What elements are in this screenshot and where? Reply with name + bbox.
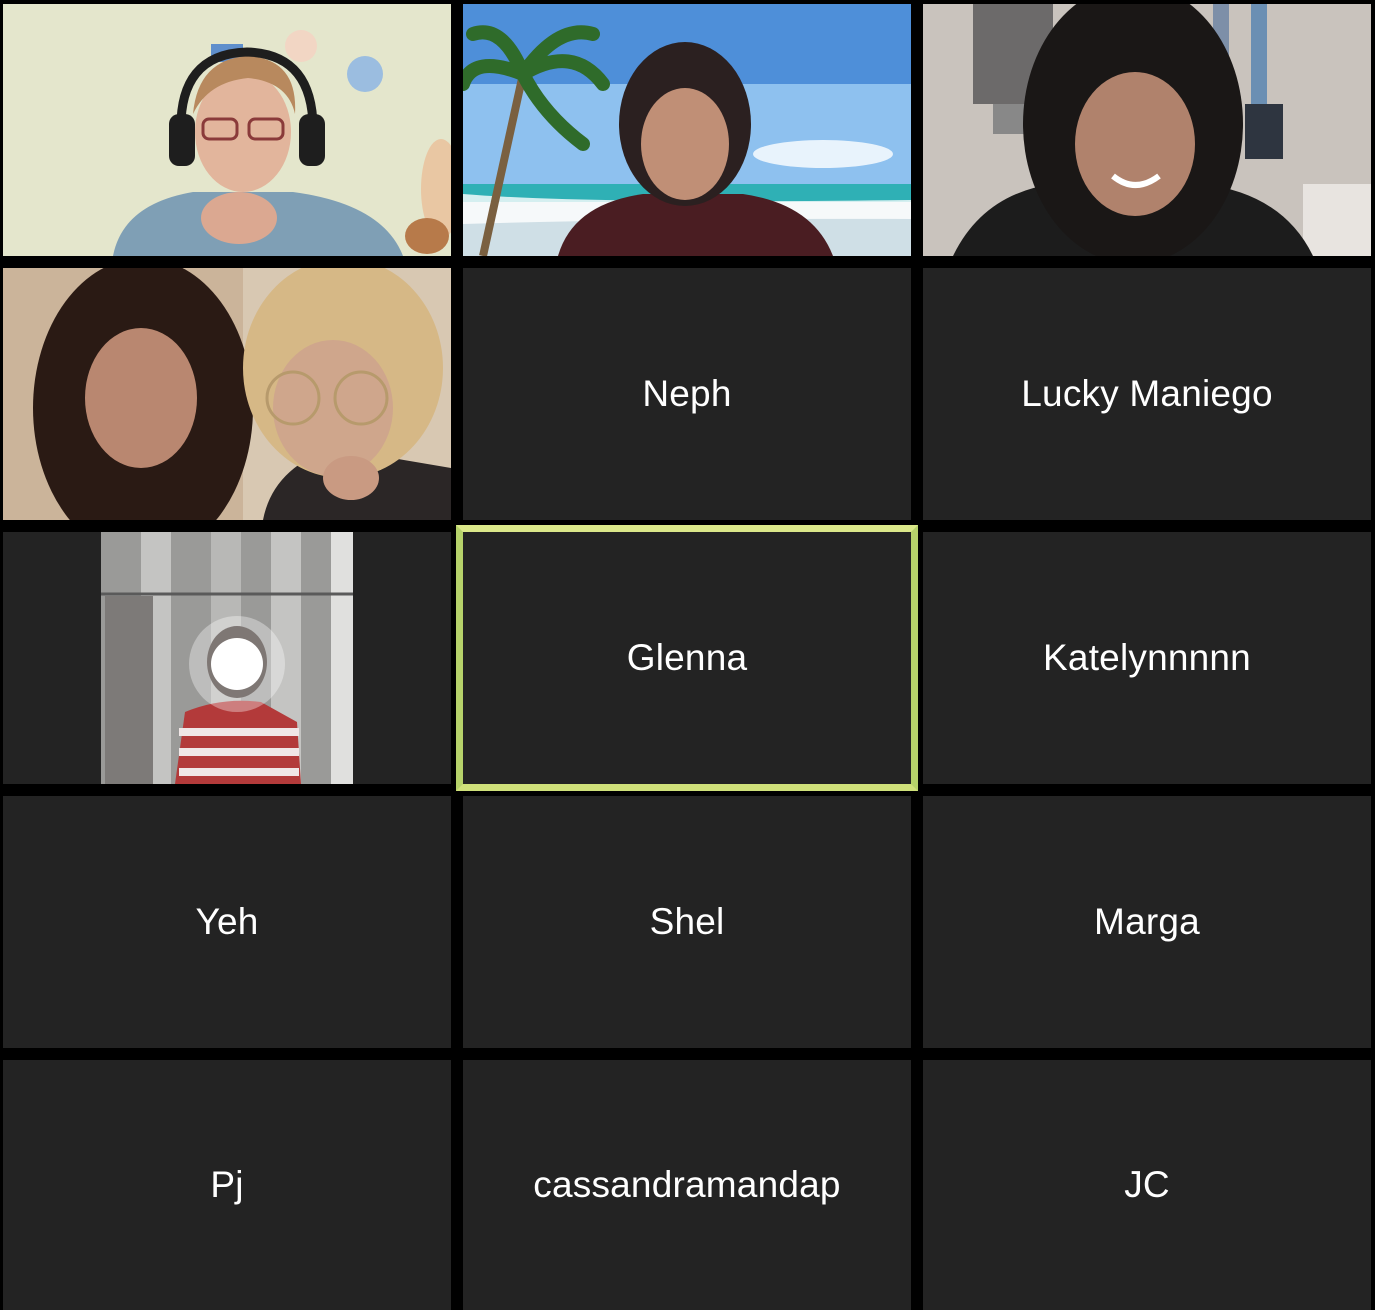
participant-name: Glenna	[626, 637, 748, 678]
video-tile-man-with-headset[interactable]	[3, 4, 451, 256]
video-tile-beach-background[interactable]	[463, 4, 911, 256]
participant-name: Lucky Maniego	[1021, 373, 1273, 414]
video-tile-two-girls[interactable]	[3, 268, 451, 520]
participant-video	[463, 4, 911, 256]
participant-name: Pj	[210, 1164, 244, 1205]
participant-video	[3, 532, 451, 784]
participant-tile-lucky-maniego[interactable]: Lucky Maniego	[923, 268, 1371, 520]
participant-tile-katelynnnnn[interactable]: Katelynnnnn	[923, 532, 1371, 784]
participant-name: Shel	[649, 901, 725, 942]
participant-video	[923, 4, 1371, 256]
participant-name: Yeh	[195, 901, 259, 942]
participant-name: JC	[1124, 1164, 1170, 1205]
participant-name: cassandramandap	[533, 1164, 841, 1205]
participant-video	[3, 4, 451, 256]
participant-tile-shel[interactable]: Shel	[463, 796, 911, 1048]
participant-tile-marga[interactable]: Marga	[923, 796, 1371, 1048]
participant-name: Neph	[642, 373, 732, 414]
participant-tile-neph[interactable]: Neph	[463, 268, 911, 520]
video-tile-mirror-selfie[interactable]	[3, 532, 451, 784]
participant-video	[3, 268, 451, 520]
participant-tile-jc[interactable]: JC	[923, 1060, 1371, 1310]
participant-name: Katelynnnnn	[1043, 637, 1251, 678]
gallery-view: Neph Lucky Maniego Glenna Katelynnnnn Ye…	[0, 0, 1375, 1310]
participant-tile-glenna[interactable]: Glenna	[456, 525, 918, 791]
participant-tile-pj[interactable]: Pj	[3, 1060, 451, 1310]
participant-name: Marga	[1094, 901, 1200, 942]
video-tile-girl-smiling[interactable]	[923, 4, 1371, 256]
participant-tile-yeh[interactable]: Yeh	[3, 796, 451, 1048]
participant-tile-cassandramandap[interactable]: cassandramandap	[463, 1060, 911, 1310]
